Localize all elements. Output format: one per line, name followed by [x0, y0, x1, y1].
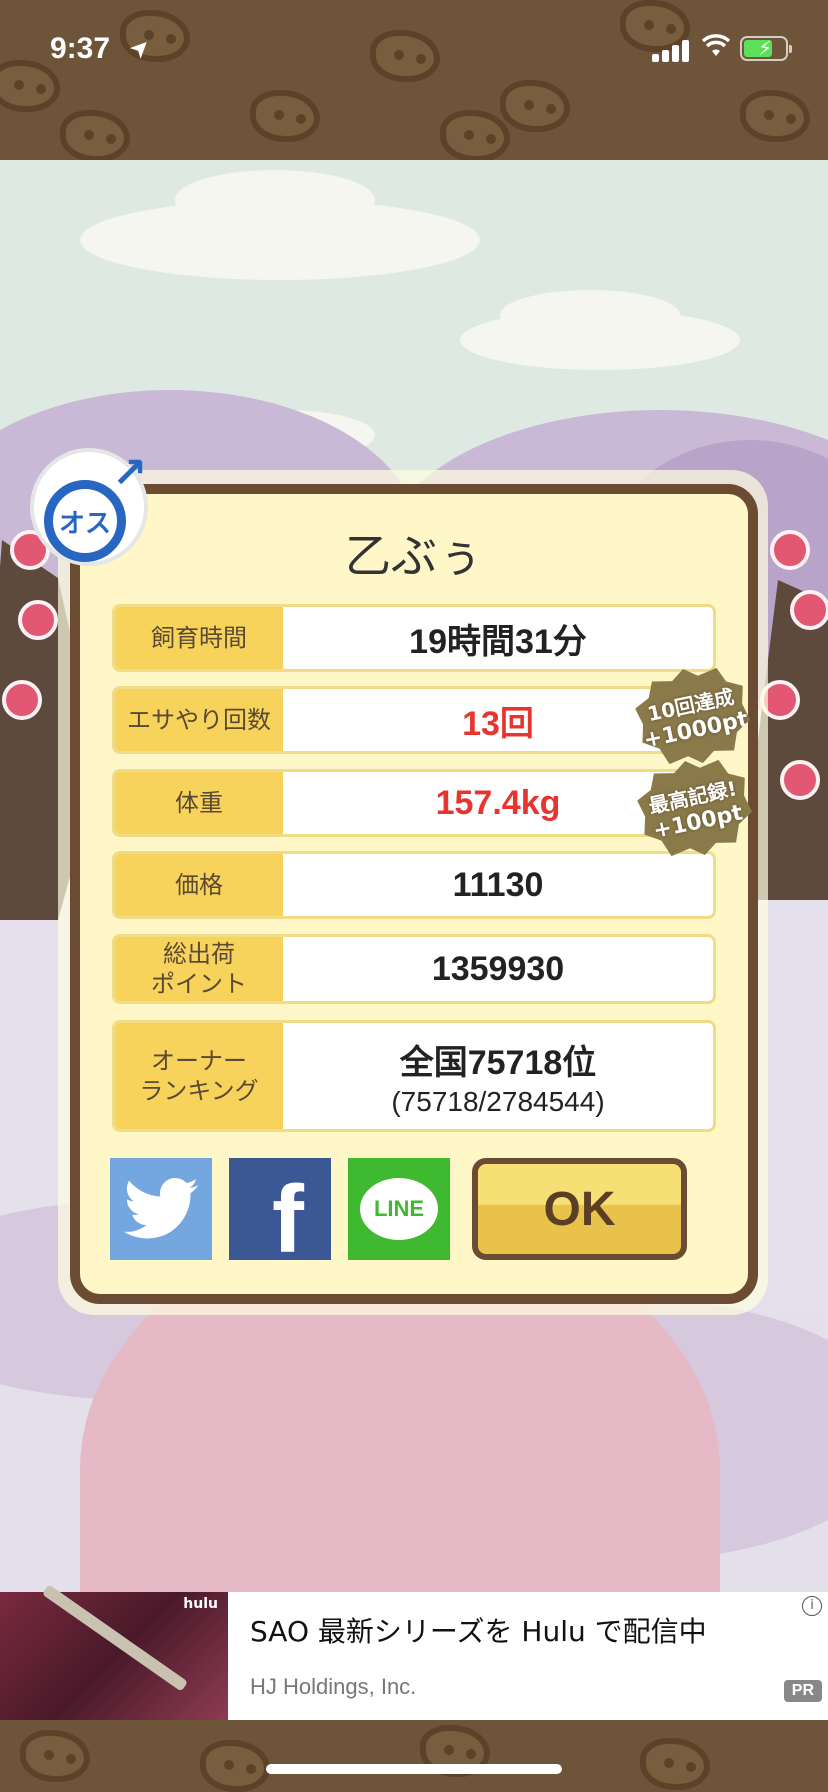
ad-brand-logo: hulu	[183, 1596, 218, 1612]
wifi-icon	[702, 34, 730, 56]
line-share-button[interactable]: LINE	[348, 1158, 450, 1260]
stat-label: 価格	[115, 854, 283, 916]
twitter-share-button[interactable]	[110, 1158, 212, 1260]
bean-pattern-icon	[60, 110, 130, 160]
ad-title[interactable]: SAO 最新シリーズを Hulu で配信中	[250, 1610, 707, 1650]
sword-illustration	[41, 1584, 189, 1692]
ad-pr-badge: PR	[783, 1680, 822, 1702]
stat-label: エサやり回数	[115, 689, 283, 751]
pet-name: 乙ぶぅ	[345, 529, 483, 583]
charging-bolt-icon: ⚡	[758, 36, 773, 60]
status-bar: 9:37 ➤ ⚡	[0, 0, 828, 100]
stat-row-feed-count: エサやり回数 13回	[112, 686, 716, 754]
facebook-icon: f	[272, 1166, 304, 1273]
stat-value-group: 全国75718位 (75718/2784544)	[283, 1023, 713, 1129]
ranking-value: 全国75718位	[399, 1043, 597, 1082]
stat-row-shipping-points: 総出荷 ポイント 1359930	[112, 934, 716, 1004]
line-icon: LINE	[360, 1178, 438, 1240]
battery-icon: ⚡	[740, 36, 792, 61]
ad-info-icon[interactable]: i	[802, 1596, 822, 1616]
location-arrow-icon: ➤	[123, 30, 158, 66]
stat-label: 総出荷 ポイント	[115, 937, 283, 1001]
stat-label: オーナー ランキング	[115, 1023, 283, 1129]
ok-button[interactable]: OK	[472, 1158, 687, 1260]
stat-value: 19時間31分	[283, 607, 713, 669]
cellular-signal-icon	[652, 38, 692, 62]
facebook-share-button[interactable]: f	[229, 1158, 331, 1273]
ad-advertiser: HJ Holdings, Inc.	[250, 1674, 417, 1699]
twitter-icon	[123, 1178, 199, 1239]
ad-thumbnail[interactable]: hulu	[0, 1584, 228, 1720]
stat-row-time: 飼育時間 19時間31分	[112, 604, 716, 672]
ad-banner[interactable]: hulu SAO 最新シリーズを Hulu で配信中 HJ Holdings, …	[0, 1584, 828, 1720]
bottom-pattern-band	[0, 1720, 828, 1792]
stat-row-price: 価格 11130	[112, 851, 716, 919]
stat-value: 1359930	[283, 937, 713, 1001]
stat-label: 体重	[115, 772, 283, 834]
male-arrow-icon: ↗	[112, 448, 148, 497]
ranking-detail: (75718/2784544)	[391, 1085, 605, 1117]
stat-label: 飼育時間	[115, 607, 283, 669]
home-indicator[interactable]	[266, 1764, 562, 1774]
bean-pattern-icon	[440, 110, 510, 160]
status-time: 9:37	[50, 32, 111, 65]
line-label: LINE	[373, 1196, 425, 1221]
stat-row-ranking: オーナー ランキング 全国75718位 (75718/2784544)	[112, 1020, 716, 1132]
stat-value: 11130	[283, 854, 713, 916]
stat-row-weight: 体重 157.4kg	[112, 769, 716, 837]
